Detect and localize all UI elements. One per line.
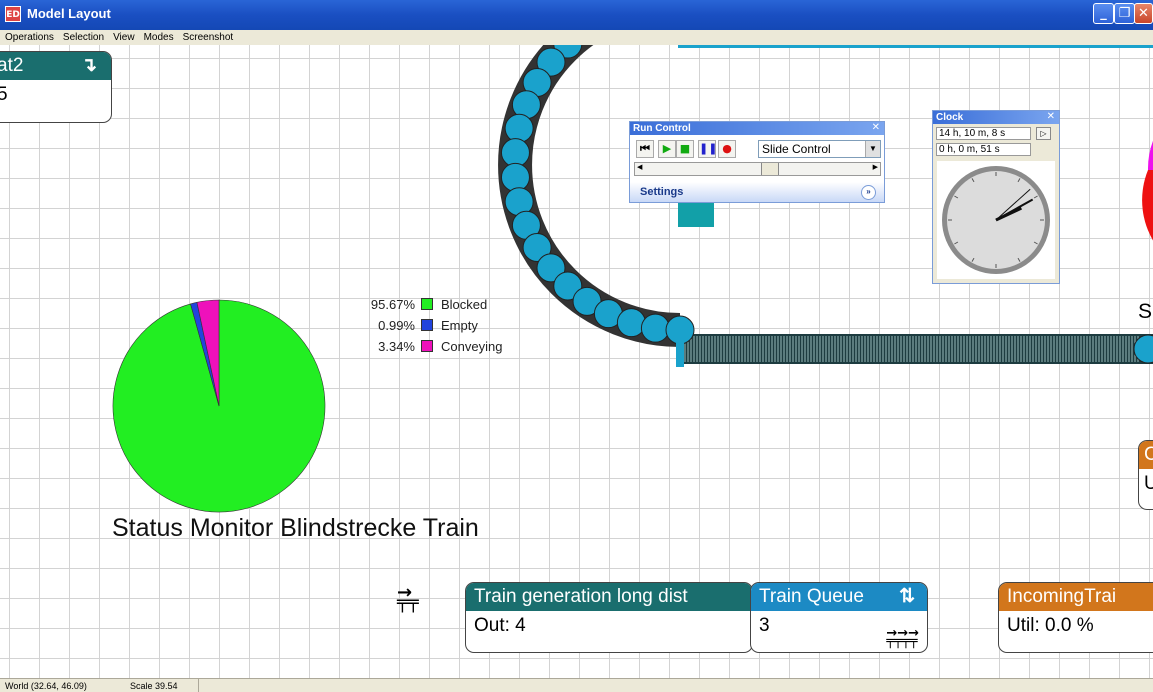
conveyor-puck xyxy=(616,308,646,338)
settings-expander[interactable]: Settings » xyxy=(630,182,884,202)
close-icon[interactable]: ✕ xyxy=(1047,111,1055,122)
arrow-down-icon: ↴ xyxy=(81,55,97,76)
analog-clock xyxy=(937,161,1055,279)
node-value: U xyxy=(1139,469,1153,499)
go-button[interactable]: ▷ xyxy=(1036,127,1051,140)
menu-operations[interactable]: Operations xyxy=(0,30,58,43)
status-divider xyxy=(198,679,199,692)
legend-row-empty: 0.99% Empty xyxy=(378,318,478,333)
node-title: at2 xyxy=(0,55,24,76)
node-title: Train generation long dist xyxy=(474,586,688,607)
legend-swatch xyxy=(421,319,433,331)
right-edge-label: S xyxy=(1138,300,1153,323)
arrow-left-icon[interactable]: ◀ xyxy=(637,163,642,171)
legend-swatch xyxy=(421,298,433,310)
pause-button[interactable]: ❚❚ xyxy=(698,140,717,158)
node-value: Out: 4 xyxy=(474,615,526,636)
node-train-generation[interactable]: Train generation long dist Out: 4 xyxy=(465,582,753,653)
node-title: Train Queue xyxy=(759,586,864,607)
status-bar: World (32.64, 46.09) Scale 39.54 xyxy=(0,678,1153,692)
conveyor-icon: →→→ ╤╤╤╤ xyxy=(886,626,919,649)
sim-time-field[interactable]: 14 h, 10 m, 8 s xyxy=(936,127,1031,140)
run-control-title-bar: Run Control ✕ xyxy=(630,122,884,135)
close-icon[interactable]: ✕ xyxy=(872,122,880,133)
right-partial-pie xyxy=(1142,141,1153,241)
node-train-queue[interactable]: Train Queue ⇅ 3 →→→ ╤╤╤╤ xyxy=(750,582,928,653)
step-button[interactable]: ▶ xyxy=(658,140,676,158)
status-monitor-title: Status Monitor Blindstrecke Train xyxy=(112,514,479,542)
node-title: IncomingTrai xyxy=(1007,586,1117,607)
node-incoming[interactable]: IncomingTrai Util: 0.0 % xyxy=(998,582,1153,653)
node-right-edge[interactable]: C U xyxy=(1138,440,1153,510)
node-title: C xyxy=(1139,441,1153,469)
clock-title-bar: Clock ✕ xyxy=(933,111,1059,124)
menu-selection[interactable]: Selection xyxy=(58,30,108,43)
conveyor-puck xyxy=(500,138,530,168)
queue-icon: ⇅ xyxy=(899,586,915,607)
menu-bar: Operations Selection View Modes Screenshot xyxy=(0,30,1153,45)
arrow-right-icon[interactable]: ▶ xyxy=(873,163,878,171)
legend-swatch xyxy=(421,340,433,352)
legend-row-conveying: 3.34% Conveying xyxy=(378,339,503,354)
menu-view[interactable]: View xyxy=(108,30,139,43)
slider-thumb[interactable] xyxy=(760,163,779,175)
node-value: Util: 0.0 % xyxy=(1007,615,1094,636)
run-button[interactable]: ■ xyxy=(676,140,694,158)
reset-button[interactable]: ⏮ xyxy=(636,140,654,158)
conveyor-puck xyxy=(504,113,534,143)
conveyor-puck xyxy=(640,313,670,343)
expand-icon[interactable]: » xyxy=(861,185,876,200)
world-coordinates: World (32.64, 46.09) xyxy=(5,681,87,691)
source-icon: → ╤╤ xyxy=(397,582,419,613)
close-button[interactable]: ✕ xyxy=(1134,3,1153,24)
window-title: Model Layout xyxy=(27,6,111,21)
speed-slider[interactable]: ◀ ▶ xyxy=(634,162,881,176)
title-bar: ED Model Layout _ ❐ ✕ xyxy=(0,0,1153,30)
node-value: 5 xyxy=(0,80,111,110)
legend-row-blocked: 95.67% Blocked xyxy=(370,297,488,312)
status-pie-chart[interactable] xyxy=(104,291,334,521)
menu-modes[interactable]: Modes xyxy=(139,30,178,43)
app-icon: ED xyxy=(5,6,21,22)
clock-panel[interactable]: Clock ✕ 14 h, 10 m, 8 s ▷ 0 h, 0 m, 51 s xyxy=(932,110,1060,284)
chevron-down-icon[interactable]: ▼ xyxy=(865,141,880,157)
run-control-panel[interactable]: Run Control ✕ ⏮ ▶ ■ ❚❚ ● Slide Control ▼ ◀… xyxy=(629,121,885,203)
minimize-button[interactable]: _ xyxy=(1093,3,1114,24)
pie-legend: 95.67% Blocked 0.99% Empty 3.34% Conveying xyxy=(357,294,503,357)
conveyor-puck xyxy=(500,162,530,192)
real-time-field: 0 h, 0 m, 51 s xyxy=(936,143,1031,156)
speed-mode-select[interactable]: Slide Control ▼ xyxy=(758,140,881,158)
model-canvas[interactable]: at2 ↴ 5 95.67%Blocked 0.99%Empty 3.34%Co… xyxy=(0,45,1153,678)
node-at2[interactable]: at2 ↴ 5 xyxy=(0,51,112,123)
maximize-button[interactable]: ❐ xyxy=(1114,3,1135,24)
scale-readout: Scale 39.54 xyxy=(130,681,178,691)
menu-screenshot[interactable]: Screenshot xyxy=(178,30,238,43)
record-button[interactable]: ● xyxy=(718,140,736,158)
